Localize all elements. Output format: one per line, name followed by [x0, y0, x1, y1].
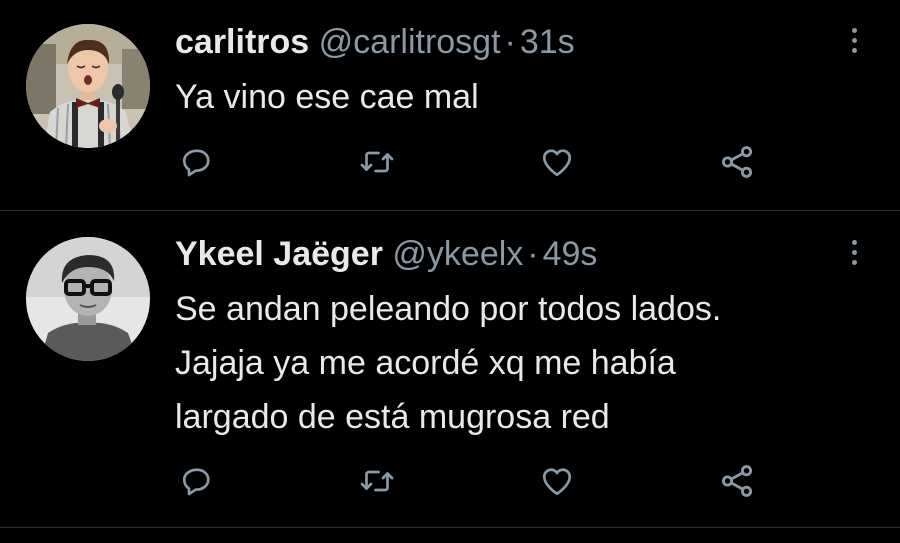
- retweet-icon: [360, 151, 394, 173]
- tweet-header: Ykeel Jaëger @ykeelx · 49s: [175, 234, 597, 274]
- share-icon: [721, 465, 753, 497]
- retweet-icon: [360, 470, 394, 492]
- tweet-text: Se andan peleando por todos lados. Jajaj…: [175, 282, 835, 444]
- heart-icon: [542, 468, 572, 496]
- reply-icon: [182, 468, 210, 496]
- avatar[interactable]: [26, 237, 150, 361]
- more-vertical-icon[interactable]: [844, 232, 864, 272]
- like-button[interactable]: [535, 140, 579, 184]
- avatar-boy-singing-icon: [26, 24, 150, 148]
- timestamp[interactable]: 31s: [520, 23, 575, 61]
- tweet-text-line: largado de está mugrosa red: [175, 398, 610, 436]
- more-vertical-icon[interactable]: [844, 20, 864, 60]
- timestamp[interactable]: 49s: [543, 235, 598, 273]
- like-button[interactable]: [535, 459, 579, 503]
- tweet-card[interactable]: carlitros @carlitrosgt · 31s Ya vino ese c…: [0, 0, 900, 210]
- tweet-feed: carlitros @carlitrosgt · 31s Ya vino ese c…: [0, 0, 900, 543]
- reply-icon: [182, 149, 210, 177]
- share-icon: [721, 146, 753, 178]
- header-separator: ·: [527, 235, 539, 273]
- tweet-card[interactable]: Ykeel Jaëger @ykeelx · 49s Se andan pelean…: [0, 211, 900, 527]
- display-name[interactable]: carlitros: [175, 23, 309, 61]
- avatar[interactable]: [26, 24, 150, 148]
- user-handle[interactable]: @ykeelx: [392, 235, 523, 273]
- tweet-text: Ya vino ese cae mal: [175, 70, 835, 124]
- header-separator: ·: [504, 23, 516, 61]
- reply-button[interactable]: [175, 140, 219, 184]
- tweet-text-line: Se andan peleando por todos lados.: [175, 290, 722, 328]
- retweet-button[interactable]: [355, 140, 399, 184]
- display-name[interactable]: Ykeel Jaëger: [175, 235, 383, 273]
- tweet-divider: [0, 527, 900, 528]
- tweet-text-line: Ya vino ese cae mal: [175, 78, 479, 116]
- user-handle[interactable]: @carlitrosgt: [319, 23, 501, 61]
- share-button[interactable]: [715, 459, 759, 503]
- retweet-button[interactable]: [355, 459, 399, 503]
- avatar-glasses-bw-icon: [26, 237, 150, 361]
- share-button[interactable]: [715, 140, 759, 184]
- tweet-text-line: Jajaja ya me acordé xq me había: [175, 344, 676, 382]
- tweet-header: carlitros @carlitrosgt · 31s: [175, 22, 575, 62]
- heart-icon: [542, 149, 572, 177]
- reply-button[interactable]: [175, 459, 219, 503]
